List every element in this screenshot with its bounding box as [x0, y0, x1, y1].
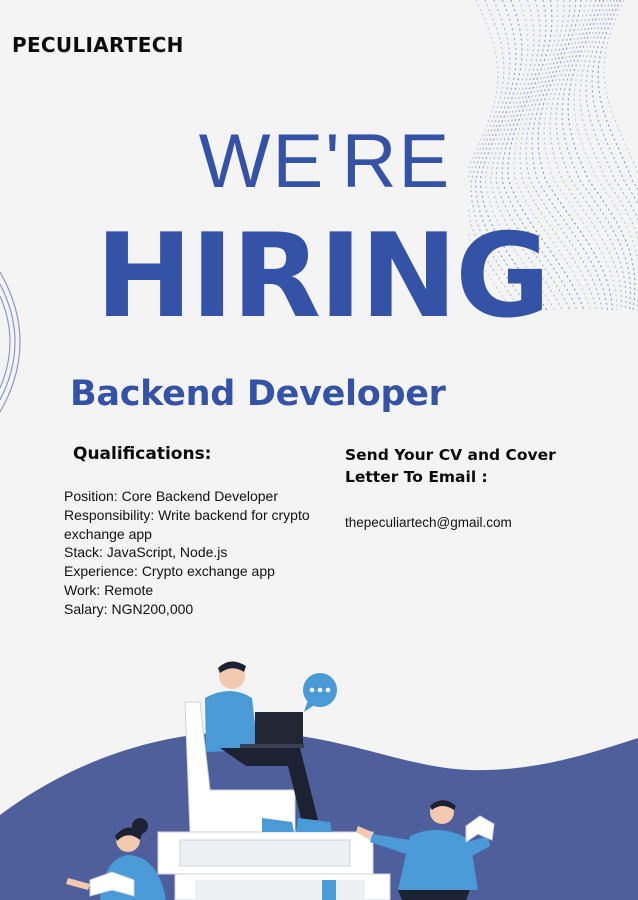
job-role-title: Backend Developer [70, 374, 446, 414]
headline-hiring: HIRING [95, 209, 550, 344]
contact-email: thepeculiartech@gmail.com [345, 515, 512, 530]
headline-were: WE'RE [198, 119, 452, 204]
qualification-item: Position: Core Backend Developer [64, 488, 279, 504]
qualification-item: Work: Remote [64, 581, 154, 598]
qualification-item: Salary: NGN200,000 [64, 600, 194, 617]
contact-heading: Send Your CV and Cover Letter To Email : [345, 446, 556, 486]
hiring-illustration [0, 661, 638, 900]
speech-bubble-icon [303, 673, 337, 712]
qualification-item: Responsibility: Write backend for crypto… [64, 506, 310, 542]
qualifications-list: Position: Core Backend Developer Respons… [64, 487, 314, 619]
qualifications-heading: Qualifications: [73, 444, 212, 464]
qualification-item: Experience: Crypto exchange app [64, 563, 275, 580]
qualification-item: Stack: JavaScript, Node.js [64, 544, 228, 561]
brand-logo-text: PECULIARTECH [12, 33, 184, 57]
